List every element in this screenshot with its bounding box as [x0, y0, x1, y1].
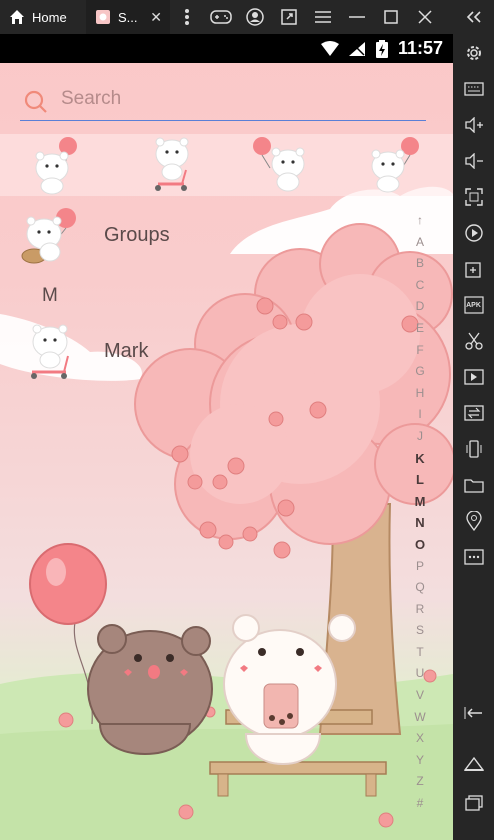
maximize-icon[interactable]: [374, 0, 408, 34]
index-letter[interactable]: L: [408, 469, 432, 491]
more-vertical-icon[interactable]: [170, 0, 204, 34]
tab-home[interactable]: Home: [0, 0, 86, 34]
settings-icon[interactable]: [453, 38, 494, 68]
bear-scooter-avatar-icon: [31, 324, 69, 379]
app-thumbnail-icon: [94, 8, 112, 26]
tab-home-label: Home: [32, 9, 67, 25]
index-letter[interactable]: ↑: [408, 210, 432, 232]
index-letter[interactable]: K: [408, 448, 432, 470]
index-letter[interactable]: E: [408, 318, 432, 340]
index-letter[interactable]: V: [408, 685, 432, 707]
favorite-contact[interactable]: [366, 136, 426, 196]
gamepad-icon[interactable]: [204, 0, 238, 34]
favorite-contact[interactable]: [28, 136, 88, 196]
volume-down-icon[interactable]: [453, 146, 494, 176]
search-icon: [24, 90, 48, 119]
android-screen: 11:57 Search Groups M Mark ↑ A B C D E F…: [0, 34, 453, 840]
tab-app-label: S...: [118, 9, 138, 25]
favorite-contact[interactable]: [250, 136, 310, 196]
favorite-contact[interactable]: [144, 136, 204, 196]
index-letter[interactable]: T: [408, 642, 432, 664]
bear-scooter-avatar-icon: [155, 137, 189, 191]
index-letter[interactable]: D: [408, 296, 432, 318]
index-letter[interactable]: O: [408, 534, 432, 556]
index-letter[interactable]: H: [408, 383, 432, 405]
emulator-titlebar: Home S... ✕: [0, 0, 494, 34]
expand-window-icon[interactable]: [272, 0, 306, 34]
screenshot-icon[interactable]: [453, 182, 494, 212]
index-letter[interactable]: #: [408, 793, 432, 815]
bear-balloon-avatar-icon: [35, 137, 77, 195]
index-letter[interactable]: N: [408, 512, 432, 534]
index-letter[interactable]: J: [408, 426, 432, 448]
list-item-groups[interactable]: Groups: [0, 206, 453, 268]
index-letter[interactable]: S: [408, 620, 432, 642]
scissors-icon[interactable]: [453, 326, 494, 356]
index-letter[interactable]: W: [408, 707, 432, 729]
section-header: M: [42, 285, 58, 306]
sync-icon[interactable]: [453, 398, 494, 428]
list-item-mark[interactable]: Mark: [0, 322, 453, 384]
index-letter[interactable]: F: [408, 340, 432, 362]
apk-install-icon[interactable]: APK: [453, 290, 494, 320]
keyboard-icon[interactable]: [453, 74, 494, 104]
tab-close-icon[interactable]: ✕: [150, 9, 162, 26]
video-icon[interactable]: [453, 362, 494, 392]
status-time: 11:57: [397, 38, 443, 58]
back-icon[interactable]: [453, 698, 494, 728]
avatar: [20, 322, 82, 384]
more-icon[interactable]: [453, 542, 494, 572]
bear-balloon-avatar-icon: [371, 137, 419, 193]
volume-up-icon[interactable]: [453, 110, 494, 140]
alphabet-index[interactable]: ↑ A B C D E F G H I J K L M N O P Q R S T U V W X Y Z #: [408, 210, 432, 815]
account-icon[interactable]: [238, 0, 272, 34]
index-letter[interactable]: G: [408, 361, 432, 383]
index-letter[interactable]: U: [408, 663, 432, 685]
screen-record-icon[interactable]: [453, 218, 494, 248]
avatar: [20, 206, 82, 268]
index-letter[interactable]: M: [408, 491, 432, 513]
location-icon[interactable]: [453, 506, 494, 536]
index-letter[interactable]: Y: [408, 750, 432, 772]
index-letter[interactable]: Z: [408, 771, 432, 793]
folder-icon[interactable]: [453, 470, 494, 500]
index-letter[interactable]: R: [408, 599, 432, 621]
index-letter[interactable]: I: [408, 404, 432, 426]
contact-name: Mark: [104, 340, 149, 362]
favorites-row: [0, 134, 453, 196]
index-letter[interactable]: X: [408, 728, 432, 750]
close-icon[interactable]: [408, 0, 442, 34]
index-letter[interactable]: C: [408, 275, 432, 297]
index-letter[interactable]: B: [408, 253, 432, 275]
menu-icon[interactable]: [306, 0, 340, 34]
add-app-icon[interactable]: [453, 254, 494, 284]
battery-charging-icon: [376, 40, 388, 63]
index-letter[interactable]: Q: [408, 577, 432, 599]
contact-name: Groups: [104, 224, 170, 246]
emulator-sidebar: APK: [453, 11, 494, 840]
status-bar: 11:57: [0, 34, 453, 63]
tab-app[interactable]: S... ✕: [86, 0, 170, 34]
bear-balloon-avatar-icon: [253, 137, 305, 192]
recent-apps-icon[interactable]: [453, 788, 494, 818]
home-nav-icon[interactable]: [453, 748, 494, 778]
index-letter[interactable]: P: [408, 556, 432, 578]
wifi-icon: [320, 41, 340, 62]
bear-basket-avatar-icon: [21, 208, 76, 264]
shake-icon[interactable]: [453, 434, 494, 464]
search-input[interactable]: Search: [61, 88, 121, 110]
apk-label: APK: [466, 301, 481, 309]
search-bar[interactable]: Search: [20, 82, 426, 121]
no-signal-icon: [348, 41, 366, 62]
minimize-icon[interactable]: [340, 0, 374, 34]
collapse-sidebar-icon[interactable]: [453, 0, 494, 34]
home-icon: [8, 8, 26, 26]
index-letter[interactable]: A: [408, 232, 432, 254]
